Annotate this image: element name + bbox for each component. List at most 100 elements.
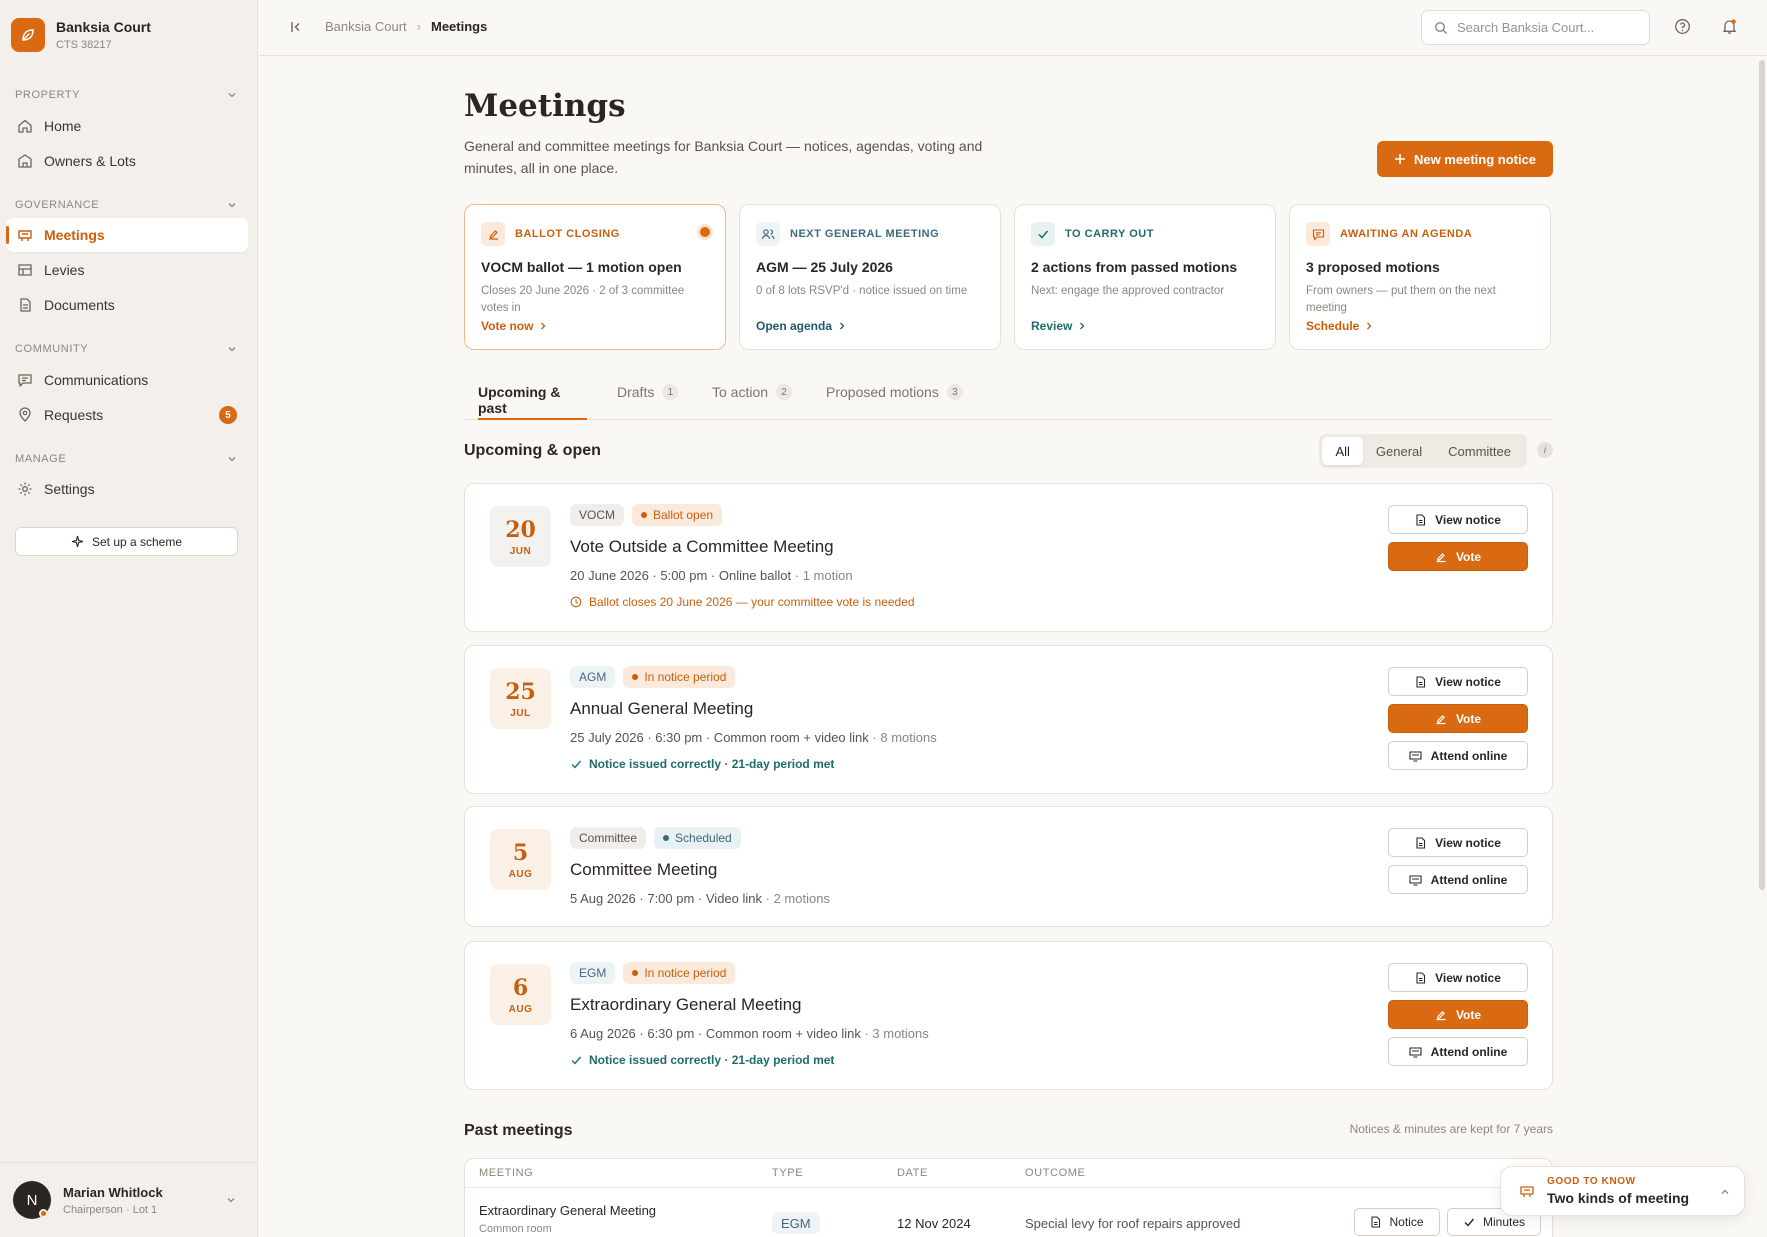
sidebar-item-documents[interactable]: Documents	[6, 288, 248, 322]
attend-online-button[interactable]: Attend online	[1388, 741, 1528, 770]
toast-title: Two kinds of meeting	[1547, 1190, 1690, 1206]
tab-to-action[interactable]: To action 2	[712, 382, 793, 420]
section-governance[interactable]: GOVERNANCE	[15, 199, 237, 211]
collapse-sidebar-icon[interactable]	[289, 20, 303, 34]
section-property[interactable]: PROPERTY	[15, 89, 237, 101]
search-box[interactable]	[1421, 10, 1650, 45]
row-date: 12 Nov 2024	[897, 1216, 971, 1231]
sidebar-item-home[interactable]: Home	[6, 109, 248, 143]
motion-count: · 1 motion	[794, 568, 853, 583]
section-manage[interactable]: MANAGE	[15, 453, 237, 465]
sidebar-item-requests[interactable]: Requests 5	[6, 398, 248, 432]
tab-count: 2	[776, 384, 793, 400]
row-outcome: Special levy for roof repairs approved	[1025, 1216, 1241, 1231]
leaf-logo-icon	[11, 18, 45, 52]
brand[interactable]: Banksia Court CTS 38217	[11, 18, 151, 52]
summary-card-actions[interactable]: TO CARRY OUT 2 actions from passed motio…	[1014, 204, 1276, 350]
meeting-card-vocm[interactable]: 20 JUN VOCM Ballot open Vote Outside a C…	[464, 483, 1553, 632]
summary-title: AGM — 25 July 2026	[756, 259, 893, 275]
meeting-title[interactable]: Vote Outside a Committee Meeting	[570, 537, 834, 557]
info-icon[interactable]: i	[1537, 442, 1553, 458]
filter-general[interactable]: General	[1363, 437, 1435, 465]
tab-proposed-motions[interactable]: Proposed motions 3	[826, 382, 963, 420]
button-label: View notice	[1435, 835, 1501, 850]
user-menu[interactable]: N Marian Whitlock Chairperson · Lot 1	[0, 1162, 258, 1237]
filter-all[interactable]: All	[1322, 437, 1363, 465]
setup-scheme-button[interactable]: Set up a scheme	[15, 527, 238, 556]
check-icon	[571, 1056, 582, 1065]
meeting-title[interactable]: Extraordinary General Meeting	[570, 995, 802, 1015]
open-agenda-link[interactable]: Open agenda	[756, 319, 846, 333]
status-badge: Ballot open	[632, 504, 723, 526]
section-label: GOVERNANCE	[15, 199, 100, 211]
date-month: JUL	[510, 707, 531, 719]
meeting-meta: 5 Aug 2026 · 7:00 pm · Video link · 2 mo…	[570, 891, 830, 906]
tab-label: Upcoming & past	[478, 384, 561, 416]
row-notice-button[interactable]: Notice	[1354, 1208, 1440, 1236]
meeting-card-agm[interactable]: 25 JUL AGM In notice period Annual Gener…	[464, 645, 1553, 794]
tab-label: Drafts	[617, 384, 655, 400]
sidebar-item-meetings[interactable]: Meetings	[6, 218, 248, 252]
search-input[interactable]	[1457, 20, 1637, 35]
sidebar-item-settings[interactable]: Settings	[6, 472, 248, 506]
check-icon	[1464, 1218, 1475, 1227]
status-label: In notice period	[644, 670, 727, 684]
view-notice-button[interactable]: View notice	[1388, 963, 1528, 992]
meeting-note: Notice issued correctly · 21-day period …	[570, 1053, 834, 1067]
chevron-down-icon	[228, 203, 236, 208]
sidebar-item-owners[interactable]: Owners & Lots	[6, 144, 248, 178]
summary-card-next-meeting[interactable]: NEXT GENERAL MEETING AGM — 25 July 2026 …	[739, 204, 1001, 350]
button-label: Attend online	[1430, 872, 1508, 887]
meeting-tabs: Upcoming & past Drafts 1 To action 2 Pro…	[464, 382, 1553, 420]
breadcrumb-scheme[interactable]: Banksia Court	[325, 19, 407, 34]
row-meeting-title: Extraordinary General Meeting	[479, 1203, 657, 1218]
toast-kicker: GOOD TO KNOW	[1547, 1176, 1636, 1187]
meeting-title[interactable]: Annual General Meeting	[570, 699, 753, 719]
divider	[465, 1187, 1552, 1188]
review-link[interactable]: Review	[1031, 319, 1086, 333]
section-community[interactable]: COMMUNITY	[15, 343, 237, 355]
sidebar-item-levies[interactable]: Levies	[6, 253, 248, 287]
vote-button[interactable]: Vote	[1388, 704, 1528, 733]
alert-dot	[700, 227, 710, 237]
view-notice-button[interactable]: View notice	[1388, 828, 1528, 857]
chevron-up-icon[interactable]	[1720, 1187, 1730, 1197]
filter-committee[interactable]: Committee	[1435, 437, 1524, 465]
row-location: Common room	[479, 1223, 552, 1235]
attend-online-button[interactable]: Attend online	[1388, 865, 1528, 894]
meeting-card-egm[interactable]: 6 AUG EGM In notice period Extraordinary…	[464, 941, 1553, 1090]
vote-button[interactable]: Vote	[1388, 1000, 1528, 1029]
date-month: JUN	[509, 545, 532, 557]
meeting-card-committee[interactable]: 5 AUG Committee Scheduled Committee Meet…	[464, 806, 1553, 927]
summary-card-proposed[interactable]: AWAITING AN AGENDA 3 proposed motions Fr…	[1289, 204, 1551, 350]
attend-online-button[interactable]: Attend online	[1388, 1037, 1528, 1066]
tab-count: 3	[946, 384, 963, 400]
help-icon[interactable]	[1674, 18, 1691, 35]
check-icon	[1031, 222, 1055, 246]
view-notice-button[interactable]: View notice	[1388, 505, 1528, 534]
plus-icon	[1394, 154, 1405, 164]
schedule-link[interactable]: Schedule	[1306, 319, 1373, 333]
message-icon	[18, 374, 32, 387]
chevron-right-icon	[541, 322, 546, 330]
scrollbar[interactable]	[1759, 60, 1765, 890]
button-label: Notice	[1389, 1215, 1424, 1229]
view-notice-button[interactable]: View notice	[1388, 667, 1528, 696]
new-meeting-notice-button[interactable]: New meeting notice	[1377, 141, 1553, 177]
vote-now-link[interactable]: Vote now	[481, 319, 547, 333]
status-label: Scheduled	[675, 831, 732, 845]
document-icon	[1416, 836, 1426, 849]
sidebar-item-communications[interactable]: Communications	[6, 363, 248, 397]
summary-link-label: Open agenda	[756, 319, 833, 333]
bell-icon[interactable]	[1721, 18, 1738, 35]
vote-button[interactable]: Vote	[1388, 542, 1528, 571]
summary-kicker: AWAITING AN AGENDA	[1340, 228, 1473, 240]
summary-card-ballot[interactable]: BALLOT CLOSING VOCM ballot — 1 motion op…	[464, 204, 726, 350]
meeting-title[interactable]: Committee Meeting	[570, 860, 717, 880]
good-to-know-toast[interactable]: GOOD TO KNOW Two kinds of meeting	[1500, 1166, 1745, 1216]
tab-label: To action	[712, 384, 769, 400]
tab-upcoming-past[interactable]: Upcoming & past	[478, 382, 587, 420]
meeting-note: Notice issued correctly · 21-day period …	[570, 757, 834, 771]
tab-drafts[interactable]: Drafts 1	[617, 382, 679, 420]
button-label: Vote	[1455, 711, 1482, 726]
